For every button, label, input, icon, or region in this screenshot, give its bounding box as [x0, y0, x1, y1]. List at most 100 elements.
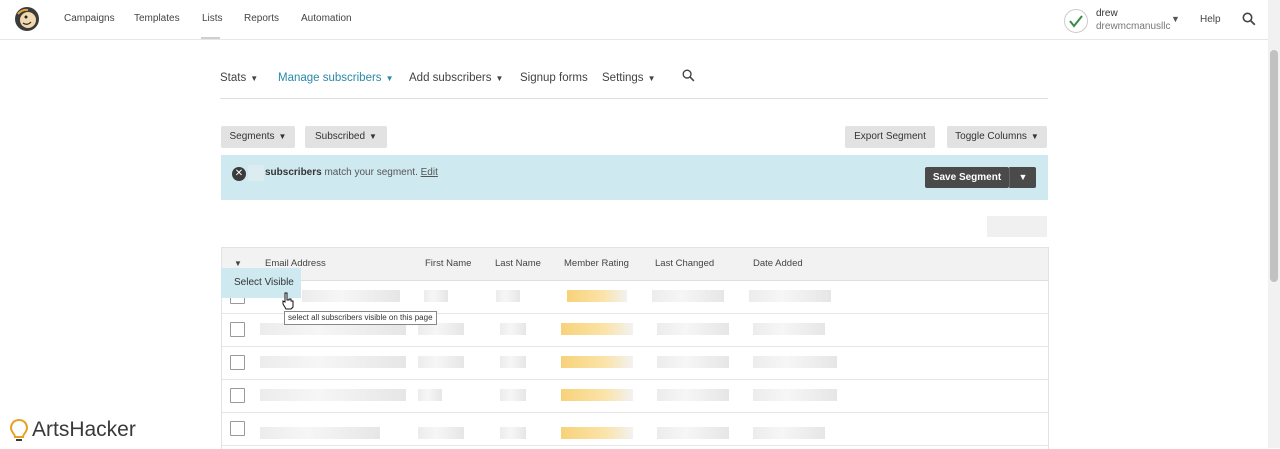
- blurred-last-changed: [657, 323, 729, 335]
- nav-templates[interactable]: Templates: [134, 13, 180, 24]
- table-row[interactable]: [222, 281, 1048, 314]
- nav-campaigns[interactable]: Campaigns: [64, 13, 115, 24]
- blurred-date-added: [753, 356, 837, 368]
- chevron-down-icon: ▼: [647, 74, 656, 83]
- nav-reports[interactable]: Reports: [244, 13, 279, 24]
- chevron-down-icon: ▼: [1018, 172, 1028, 182]
- blurred-date-added: [753, 427, 825, 439]
- chevron-down-icon: ▼: [495, 74, 504, 83]
- scrollbar-thumb[interactable]: [1270, 50, 1278, 282]
- blurred-last-name: [500, 356, 526, 368]
- segment-banner: ✕ subscribers match your segment. Edit S…: [221, 155, 1048, 200]
- member-rating-stars: [561, 356, 633, 368]
- col-first-name[interactable]: First Name: [425, 258, 471, 269]
- chevron-down-icon[interactable]: ▼: [1171, 14, 1180, 24]
- search-icon[interactable]: [682, 69, 695, 82]
- watermark-text: ArtsHacker: [32, 418, 136, 441]
- blurred-email: [260, 427, 380, 439]
- segments-label: Segments: [229, 131, 275, 142]
- check-logo-icon: [1069, 15, 1083, 28]
- mailchimp-logo[interactable]: [14, 6, 40, 32]
- blurred-last-name: [500, 323, 526, 335]
- toggle-columns-button[interactable]: Toggle Columns ▼: [947, 126, 1047, 148]
- subnav-stats-label: Stats: [220, 72, 247, 84]
- member-rating-stars: [561, 427, 633, 439]
- member-rating-stars: [561, 323, 633, 335]
- blurred-last-changed: [657, 427, 729, 439]
- blurred-last-name: [500, 427, 526, 439]
- search-icon[interactable]: [1242, 12, 1256, 26]
- segments-button[interactable]: Segments ▼: [221, 126, 295, 148]
- col-date-added[interactable]: Date Added: [753, 258, 803, 269]
- chevron-down-icon: ▼: [1030, 132, 1039, 141]
- table-row[interactable]: [222, 380, 1048, 413]
- blurred-first-name: [418, 356, 464, 368]
- nav-lists-underline: [201, 37, 220, 39]
- subnav-add-label: Add subscribers: [409, 72, 492, 84]
- subscribed-label: Subscribed: [315, 131, 366, 142]
- blurred-last-changed: [652, 290, 724, 302]
- col-last-changed[interactable]: Last Changed: [655, 258, 714, 269]
- export-segment-button[interactable]: Export Segment: [845, 126, 935, 148]
- subnav-settings-label: Settings: [602, 72, 644, 84]
- blurred-email: [302, 290, 400, 302]
- blurred-first-name: [424, 290, 448, 302]
- subnav-stats[interactable]: Stats ▼: [220, 72, 258, 84]
- page-scrollbar[interactable]: [1268, 0, 1280, 448]
- blurred-count: [248, 165, 264, 181]
- blurred-email: [260, 356, 406, 368]
- segment-count-label: subscribers: [265, 167, 322, 178]
- nav-automation[interactable]: Automation: [301, 13, 352, 24]
- top-bar: Campaigns Templates Lists Reports Automa…: [0, 0, 1268, 40]
- list-subnav: Stats ▼ Manage subscribers ▼ Add subscribe…: [220, 69, 1048, 99]
- table-row[interactable]: [222, 413, 1048, 446]
- subnav-manage-label: Manage subscribers: [278, 72, 382, 84]
- toggle-columns-label: Toggle Columns: [955, 131, 1027, 142]
- segment-match-text: subscribers match your segment. Edit: [265, 167, 438, 178]
- select-all-chevron-icon[interactable]: ▼: [234, 259, 242, 268]
- account-org[interactable]: drewmcmanusllc: [1096, 21, 1170, 32]
- select-visible-tooltip: select all subscribers visible on this p…: [284, 311, 437, 325]
- row-checkbox[interactable]: [230, 388, 245, 403]
- close-icon[interactable]: ✕: [232, 167, 246, 181]
- table-row[interactable]: [222, 347, 1048, 380]
- table-header: ▼ Email Address First Name Last Name Mem…: [222, 248, 1048, 281]
- subscribers-table: ▼ Email Address First Name Last Name Mem…: [221, 247, 1049, 449]
- subnav-signup-forms[interactable]: Signup forms: [520, 72, 588, 84]
- col-last-name[interactable]: Last Name: [495, 258, 541, 269]
- chevron-down-icon: ▼: [385, 74, 394, 83]
- blurred-date-added: [753, 323, 825, 335]
- member-rating-stars: [561, 389, 633, 401]
- lightbulb-icon: [9, 419, 29, 442]
- subnav-settings[interactable]: Settings ▼: [602, 72, 655, 84]
- account-name[interactable]: drew: [1096, 8, 1118, 19]
- nav-lists[interactable]: Lists: [202, 13, 223, 24]
- segment-match-phrase: match your segment.: [321, 167, 421, 178]
- blurred-first-name: [418, 389, 442, 401]
- save-segment-dropdown[interactable]: ▼: [1009, 167, 1036, 188]
- row-checkbox[interactable]: [230, 322, 245, 337]
- blurred-last-name: [500, 389, 526, 401]
- save-segment-button[interactable]: Save Segment: [925, 167, 1009, 188]
- chevron-down-icon: ▼: [369, 132, 377, 141]
- blurred-last-changed: [657, 389, 729, 401]
- blurred-date-added: [749, 290, 831, 302]
- subnav-add-subscribers[interactable]: Add subscribers ▼: [409, 72, 503, 84]
- edit-segment-link[interactable]: Edit: [421, 167, 438, 178]
- blurred-last-name: [496, 290, 520, 302]
- account-avatar[interactable]: [1064, 9, 1088, 33]
- help-link[interactable]: Help: [1200, 14, 1221, 25]
- subnav-manage-subscribers[interactable]: Manage subscribers ▼: [278, 72, 393, 84]
- row-checkbox[interactable]: [230, 355, 245, 370]
- blurred-date-added: [753, 389, 837, 401]
- blurred-last-changed: [657, 356, 729, 368]
- blurred-pagination[interactable]: [987, 216, 1047, 237]
- row-checkbox[interactable]: [230, 421, 245, 436]
- member-rating-stars: [567, 290, 627, 302]
- chevron-down-icon: ▼: [250, 74, 259, 83]
- blurred-first-name: [418, 427, 464, 439]
- subscribed-filter-button[interactable]: Subscribed ▼: [305, 126, 387, 148]
- chevron-down-icon: ▼: [278, 132, 287, 141]
- col-member-rating[interactable]: Member Rating: [564, 258, 629, 269]
- artshacker-watermark: ArtsHacker: [8, 418, 136, 442]
